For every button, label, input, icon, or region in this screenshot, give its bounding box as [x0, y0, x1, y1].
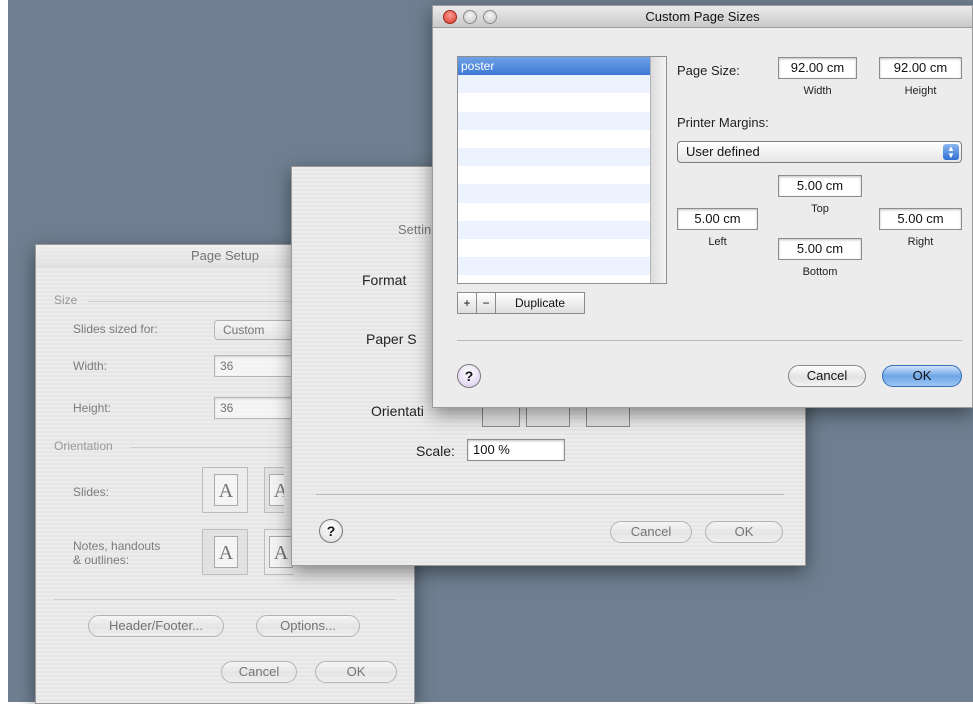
width-field[interactable]: 36: [214, 355, 294, 377]
settings-label: Settin: [398, 222, 432, 237]
list-row-empty: [458, 184, 651, 203]
close-window-icon[interactable]: [443, 10, 457, 24]
list-item[interactable]: poster: [458, 57, 651, 76]
height-label: Height:: [73, 401, 112, 415]
list-row-empty: [458, 75, 651, 94]
buttons-divider: [54, 599, 396, 600]
page-setup-cancel-button[interactable]: Cancel: [221, 661, 297, 683]
printer-margins-label: Printer Margins:: [677, 115, 769, 130]
slides-portrait-button[interactable]: A: [202, 467, 248, 513]
top-margin-field[interactable]: 5.00 cm: [778, 175, 862, 197]
list-row-empty: [458, 111, 651, 130]
portrait-page-icon: A: [214, 536, 238, 568]
notes-portrait-button[interactable]: A: [202, 529, 248, 575]
orientation-section-label: Orientation: [54, 439, 113, 453]
list-row-empty: [458, 257, 651, 276]
landscape-page-icon: A: [269, 474, 284, 506]
notes-landscape-button[interactable]: A: [264, 529, 294, 575]
portrait-page-icon: A: [214, 474, 238, 506]
options-button[interactable]: Options...: [256, 615, 360, 637]
left-margin-field[interactable]: 5.00 cm: [677, 208, 758, 230]
notes-orientation-label: Notes, handouts & outlines:: [73, 539, 161, 567]
list-row-empty: [458, 203, 651, 221]
width-caption: Width: [803, 85, 832, 97]
right-caption: Right: [907, 236, 934, 248]
scale-field[interactable]: 100 %: [467, 439, 565, 461]
custom-page-sizes-titlebar: Custom Page Sizes: [433, 6, 972, 28]
header-footer-button[interactable]: Header/Footer...: [88, 615, 224, 637]
page-size-label: Page Size:: [677, 63, 740, 78]
popup-arrows-icon: ▲ ▼: [943, 144, 959, 160]
list-row-empty: [458, 166, 651, 184]
right-margin-field[interactable]: 5.00 cm: [879, 208, 962, 230]
page-width-field[interactable]: 92.00 cm: [778, 57, 857, 79]
size-section-label: Size: [54, 293, 78, 307]
custom-sizes-cancel-button[interactable]: Cancel: [788, 365, 866, 387]
slides-sized-for-label: Slides sized for:: [73, 322, 158, 336]
page-setup-ok-button[interactable]: OK: [315, 661, 397, 683]
slides-landscape-button[interactable]: A: [264, 467, 284, 513]
settings-divider: [316, 494, 784, 495]
bottom-caption: Bottom: [802, 266, 838, 278]
printer-margins-select[interactable]: User defined ▲ ▼: [677, 141, 962, 163]
custom-page-sizes-window: Custom Page Sizes poster + − Duplicate P…: [432, 5, 973, 408]
custom-page-sizes-title: Custom Page Sizes: [645, 9, 760, 24]
paper-size-label: Paper S: [366, 331, 417, 347]
list-row-empty: [458, 220, 651, 239]
slides-orientation-label: Slides:: [73, 485, 110, 499]
custom-sizes-list[interactable]: poster: [457, 56, 667, 284]
custom-sizes-divider: [457, 340, 962, 341]
format-for-label: Format: [362, 272, 407, 288]
printer-margins-select-value: User defined: [686, 144, 760, 159]
page-height-field[interactable]: 92.00 cm: [879, 57, 962, 79]
bottom-margin-field[interactable]: 5.00 cm: [778, 238, 862, 260]
orientation-label: Orientati: [371, 403, 424, 419]
custom-sizes-rows: poster: [458, 57, 651, 276]
settings-help-button[interactable]: ?: [319, 519, 343, 543]
scale-label: Scale:: [416, 443, 455, 459]
top-caption: Top: [811, 203, 829, 215]
list-row-empty: [458, 147, 651, 167]
remove-size-button[interactable]: −: [476, 292, 496, 314]
zoom-window-icon[interactable]: [483, 10, 497, 24]
settings-ok-button[interactable]: OK: [705, 521, 783, 543]
custom-sizes-help-button[interactable]: ?: [457, 364, 481, 388]
height-field[interactable]: 36: [214, 397, 294, 419]
minimize-window-icon[interactable]: [463, 10, 477, 24]
custom-sizes-ok-button[interactable]: OK: [882, 365, 962, 387]
settings-cancel-button[interactable]: Cancel: [610, 521, 692, 543]
list-row-empty: [458, 93, 651, 111]
width-label: Width:: [73, 359, 108, 373]
list-scrollbar[interactable]: [650, 57, 666, 283]
list-row-empty: [458, 239, 651, 257]
duplicate-button[interactable]: Duplicate: [495, 292, 585, 314]
add-size-button[interactable]: +: [457, 292, 477, 314]
landscape-page-icon: A: [269, 536, 293, 568]
left-caption: Left: [708, 236, 727, 248]
height-caption: Height: [904, 85, 937, 97]
list-row-empty: [458, 130, 651, 148]
